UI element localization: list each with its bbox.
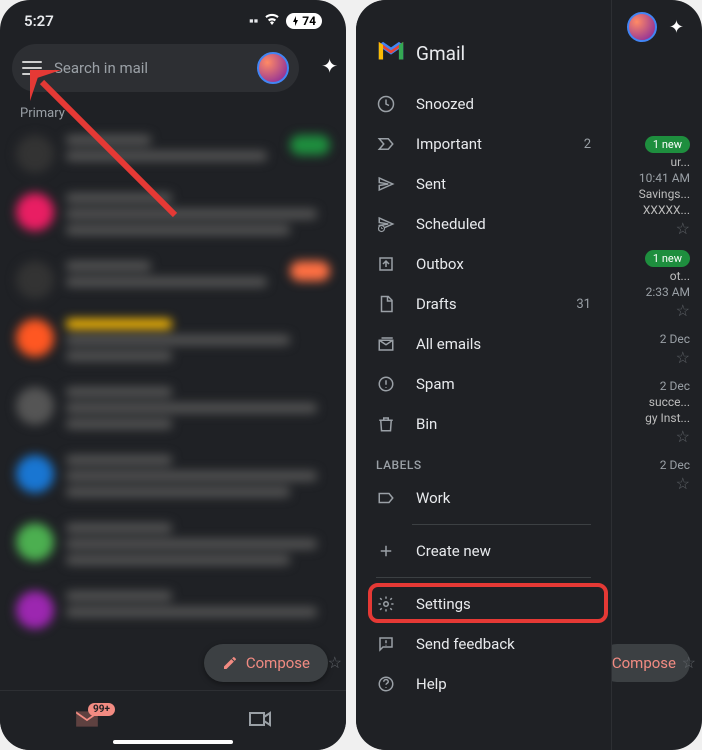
new-badge: 1 new — [645, 250, 690, 267]
drawer-item-all-emails[interactable]: All emails — [356, 324, 611, 364]
label-icon — [376, 488, 396, 508]
right-screenshot: ✦ 1 new ur... 10:41 AM Savings... XXXXX.… — [356, 0, 702, 750]
compose-label: Compose — [246, 654, 310, 672]
drawer-item-label: Drafts — [416, 295, 457, 313]
drawer-item-label: Outbox — [416, 255, 464, 273]
background-emails: 1 new ur... 10:41 AM Savings... XXXXX...… — [607, 0, 702, 750]
drawer-item-label: Send feedback — [416, 635, 515, 653]
app-name: Gmail — [416, 42, 465, 65]
drawer-item-outbox[interactable]: Outbox — [356, 244, 611, 284]
drawer-header: Gmail — [356, 40, 611, 84]
status-indicators: ▪▪ 74 — [249, 13, 322, 29]
drawer-item-label: Spam — [416, 375, 455, 393]
search-input[interactable]: Search in mail — [54, 59, 245, 77]
sparkle-icon[interactable]: ✦ — [321, 54, 338, 78]
drawer-item-label: Sent — [416, 175, 446, 193]
draft-icon — [376, 294, 396, 314]
drawer-item-settings[interactable]: Settings — [356, 584, 611, 624]
left-screenshot: 5:27 ▪▪ 74 Search in mail ✦ Primary — [0, 0, 346, 750]
spam-icon — [376, 374, 396, 394]
wifi-icon — [264, 13, 280, 29]
send-icon — [376, 174, 396, 194]
drawer-item-bin[interactable]: Bin — [356, 404, 611, 444]
drawer-item-help[interactable]: Help — [356, 664, 611, 704]
drawer-item-scheduled[interactable]: Scheduled — [356, 204, 611, 244]
divider — [412, 524, 591, 525]
drawer-item-label: Bin — [416, 415, 437, 433]
star-icon: ☆ — [682, 653, 696, 672]
star-icon[interactable]: ☆ — [676, 301, 690, 320]
labels-section-header: LABELS — [356, 444, 611, 478]
mail-tab[interactable]: 99+ — [74, 709, 100, 733]
drawer-item-label: Snoozed — [416, 95, 474, 113]
email-list-blurred — [0, 125, 346, 639]
bin-icon — [376, 414, 396, 434]
drawer-item-label: Scheduled — [416, 215, 486, 233]
allmail-icon — [376, 334, 396, 354]
outbox-icon — [376, 254, 396, 274]
star-icon: ☆ — [328, 653, 342, 672]
scheduled-icon — [376, 214, 396, 234]
drawer-item-label: Settings — [416, 595, 471, 613]
compose-label: Compose — [612, 654, 676, 672]
unread-badge: 99+ — [88, 703, 115, 716]
drawer-item-important[interactable]: Important 2 — [356, 124, 611, 164]
search-bar[interactable]: Search in mail — [12, 44, 299, 92]
drawer-item-send-feedback[interactable]: Send feedback — [356, 624, 611, 664]
create-label-item[interactable]: Create new — [356, 531, 611, 571]
drawer-item-spam[interactable]: Spam — [356, 364, 611, 404]
divider — [376, 577, 591, 578]
star-icon[interactable]: ☆ — [676, 348, 690, 367]
plus-icon — [376, 541, 396, 561]
battery-indicator: 74 — [286, 13, 322, 29]
clock-icon — [376, 94, 396, 114]
meet-tab[interactable] — [248, 710, 272, 732]
account-avatar[interactable] — [257, 52, 289, 84]
gmail-logo-icon — [376, 40, 406, 66]
home-indicator — [113, 740, 233, 744]
drawer-item-count: 2 — [584, 137, 591, 152]
drawer-item-count: 31 — [576, 297, 591, 312]
star-icon[interactable]: ☆ — [676, 219, 690, 238]
status-time: 5:27 — [24, 12, 54, 30]
help-icon — [376, 674, 396, 694]
drawer-item-sent[interactable]: Sent — [356, 164, 611, 204]
drawer-item-label: Work — [416, 489, 450, 507]
important-icon — [376, 134, 396, 154]
feedback-icon — [376, 634, 396, 654]
star-icon[interactable]: ☆ — [676, 427, 690, 446]
star-icon[interactable]: ☆ — [676, 474, 690, 493]
category-label: Primary — [20, 106, 346, 121]
signal-icon: ▪▪ — [249, 13, 258, 29]
drawer-item-label: Important — [416, 135, 482, 153]
navigation-drawer: Gmail Snoozed Important 2 Sent Scheduled Outb… — [356, 0, 612, 750]
drawer-item-label: Help — [416, 675, 447, 693]
drawer-item-work[interactable]: Work — [356, 478, 611, 518]
drawer-item-drafts[interactable]: Drafts 31 — [356, 284, 611, 324]
settings-icon — [376, 594, 396, 614]
drawer-item-label: All emails — [416, 335, 481, 353]
create-new-label: Create new — [416, 542, 491, 560]
compose-button[interactable]: Compose — [204, 644, 328, 682]
new-badge: 1 new — [645, 136, 690, 153]
drawer-item-snoozed[interactable]: Snoozed — [356, 84, 611, 124]
status-bar: 5:27 ▪▪ 74 — [0, 0, 346, 34]
menu-icon[interactable] — [22, 61, 42, 75]
